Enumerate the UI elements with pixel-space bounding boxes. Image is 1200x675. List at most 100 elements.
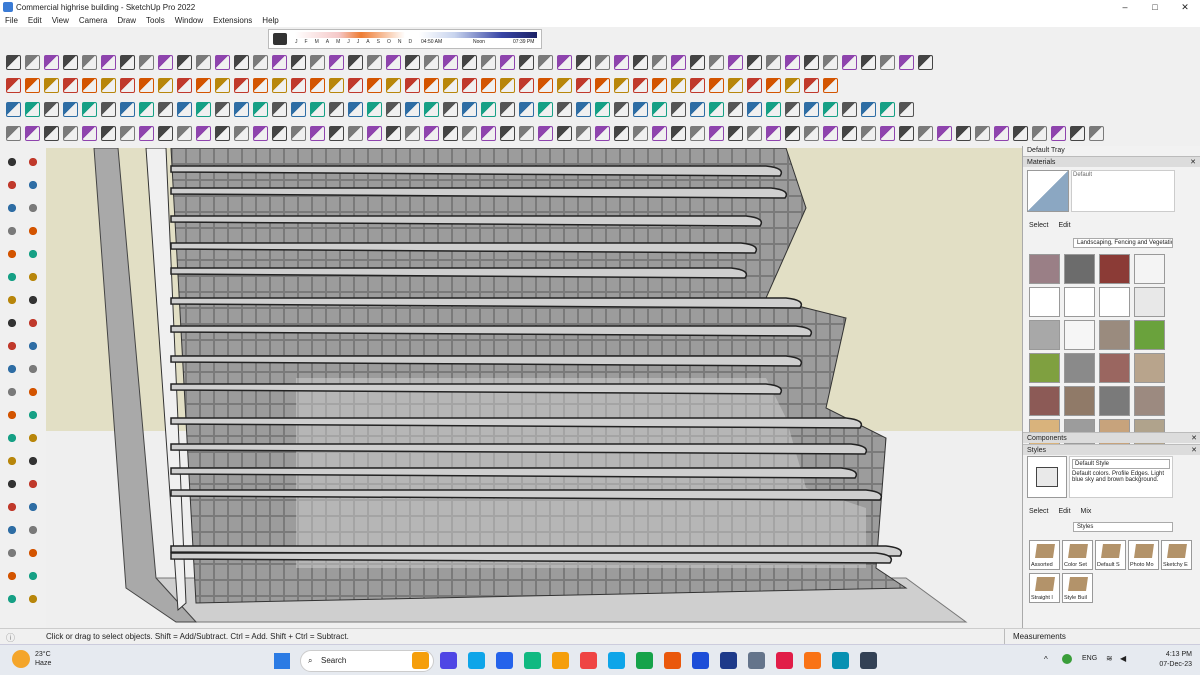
toolbar-tool-icon[interactable] xyxy=(614,54,629,70)
toolbar-tool-icon[interactable] xyxy=(101,125,116,141)
toolbar-tool-icon[interactable] xyxy=(310,101,325,117)
toolbar-tool-icon[interactable] xyxy=(215,54,230,70)
left-tool-icon[interactable] xyxy=(5,270,19,284)
toolbar-tool-icon[interactable] xyxy=(6,54,21,70)
toolbar-tool-icon[interactable] xyxy=(443,54,458,70)
left-tool-icon[interactable] xyxy=(26,431,40,445)
left-tool-icon[interactable] xyxy=(26,316,40,330)
toolbar-tool-icon[interactable] xyxy=(1089,125,1104,141)
toolbar-tool-icon[interactable] xyxy=(1013,125,1028,141)
material-swatch[interactable] xyxy=(1099,287,1130,317)
taskbar-app-icon[interactable] xyxy=(664,652,681,669)
toolbar-tool-icon[interactable] xyxy=(861,101,876,117)
building-model[interactable] xyxy=(46,148,1022,628)
toolbar-tool-icon[interactable] xyxy=(158,54,173,70)
time-slider[interactable] xyxy=(419,32,537,38)
toolbar-tool-icon[interactable] xyxy=(424,54,439,70)
toolbar-tool-icon[interactable] xyxy=(82,101,97,117)
style-thumbnail[interactable]: Photo Mo xyxy=(1128,540,1159,570)
toolbar-tool-icon[interactable] xyxy=(557,54,572,70)
speaker-icon[interactable]: ◀ xyxy=(1120,654,1126,663)
toolbar-tool-icon[interactable] xyxy=(519,77,534,93)
toolbar-tool-icon[interactable] xyxy=(804,54,819,70)
toolbar-tool-icon[interactable] xyxy=(747,101,762,117)
toolbar-tool-icon[interactable] xyxy=(595,101,610,117)
toolbar-tool-icon[interactable] xyxy=(538,54,553,70)
toolbar-tool-icon[interactable] xyxy=(652,101,667,117)
left-tool-icon[interactable] xyxy=(5,293,19,307)
toolbar-tool-icon[interactable] xyxy=(709,125,724,141)
toolbar-tool-icon[interactable] xyxy=(253,101,268,117)
menu-draw[interactable]: Draw xyxy=(112,14,141,27)
material-swatch[interactable] xyxy=(1064,287,1095,317)
toolbar-tool-icon[interactable] xyxy=(918,125,933,141)
toolbar-tool-icon[interactable] xyxy=(728,101,743,117)
left-tool-icon[interactable] xyxy=(5,408,19,422)
toolbar-tool-icon[interactable] xyxy=(272,125,287,141)
toolbar-tool-icon[interactable] xyxy=(728,77,743,93)
material-preview[interactable] xyxy=(1027,170,1069,212)
toolbar-tool-icon[interactable] xyxy=(253,54,268,70)
toolbar-tool-icon[interactable] xyxy=(766,77,781,93)
left-tool-icon[interactable] xyxy=(5,500,19,514)
toolbar-tool-icon[interactable] xyxy=(120,54,135,70)
toolbar-tool-icon[interactable] xyxy=(1070,125,1085,141)
toolbar-tool-icon[interactable] xyxy=(899,101,914,117)
toolbar-tool-icon[interactable] xyxy=(633,77,648,93)
toolbar-tool-icon[interactable] xyxy=(481,54,496,70)
left-tool-icon[interactable] xyxy=(26,477,40,491)
toolbar-tool-icon[interactable] xyxy=(747,125,762,141)
toolbar-tool-icon[interactable] xyxy=(728,54,743,70)
styles-panel-header[interactable]: Styles ✕ xyxy=(1023,444,1200,455)
materials-panel-header[interactable]: Materials ✕ xyxy=(1023,156,1200,167)
material-swatch[interactable] xyxy=(1029,287,1060,317)
toolbar-tool-icon[interactable] xyxy=(595,54,610,70)
toolbar-tool-icon[interactable] xyxy=(215,125,230,141)
toolbar-tool-icon[interactable] xyxy=(291,77,306,93)
style-thumbnail[interactable]: Straight l xyxy=(1029,573,1060,603)
toolbar-tool-icon[interactable] xyxy=(25,101,40,117)
left-tool-icon[interactable] xyxy=(26,224,40,238)
toolbar-tool-icon[interactable] xyxy=(766,125,781,141)
toolbar-tool-icon[interactable] xyxy=(177,54,192,70)
toolbar-tool-icon[interactable] xyxy=(367,77,382,93)
toolbar-tool-icon[interactable] xyxy=(101,101,116,117)
toolbar-tool-icon[interactable] xyxy=(443,125,458,141)
left-tool-icon[interactable] xyxy=(26,523,40,537)
material-swatch[interactable] xyxy=(1064,353,1095,383)
left-tool-icon[interactable] xyxy=(5,477,19,491)
language-indicator[interactable]: ENG xyxy=(1082,655,1097,662)
toolbar-tool-icon[interactable] xyxy=(158,101,173,117)
toolbar-tool-icon[interactable] xyxy=(861,125,876,141)
left-tool-icon[interactable] xyxy=(5,316,19,330)
taskbar-app-icon[interactable] xyxy=(468,652,485,669)
toolbar-tool-icon[interactable] xyxy=(6,77,21,93)
menu-extensions[interactable]: Extensions xyxy=(208,14,257,27)
toolbar-tool-icon[interactable] xyxy=(63,125,78,141)
toolbar-tool-icon[interactable] xyxy=(557,101,572,117)
components-panel-header[interactable]: Components ✕ xyxy=(1023,432,1200,443)
toolbar-tool-icon[interactable] xyxy=(823,101,838,117)
toolbar-tool-icon[interactable] xyxy=(215,101,230,117)
toolbar-tool-icon[interactable] xyxy=(519,54,534,70)
material-swatch[interactable] xyxy=(1029,320,1060,350)
toolbar-tool-icon[interactable] xyxy=(158,77,173,93)
toolbar-tool-icon[interactable] xyxy=(253,77,268,93)
material-swatch[interactable] xyxy=(1064,254,1095,284)
toolbar-tool-icon[interactable] xyxy=(310,77,325,93)
left-tool-icon[interactable] xyxy=(26,247,40,261)
toolbar-tool-icon[interactable] xyxy=(519,125,534,141)
material-swatch[interactable] xyxy=(1134,386,1165,416)
toolbar-tool-icon[interactable] xyxy=(747,77,762,93)
menu-edit[interactable]: Edit xyxy=(23,14,47,27)
toolbar-tool-icon[interactable] xyxy=(1051,125,1066,141)
toolbar-tool-icon[interactable] xyxy=(25,77,40,93)
left-tool-icon[interactable] xyxy=(5,362,19,376)
wifi-icon[interactable]: ≋ xyxy=(1106,654,1113,663)
toolbar-tool-icon[interactable] xyxy=(671,77,686,93)
toolbar-tool-icon[interactable] xyxy=(842,54,857,70)
toolbar-tool-icon[interactable] xyxy=(614,77,629,93)
toolbar-tool-icon[interactable] xyxy=(215,77,230,93)
left-tool-icon[interactable] xyxy=(26,500,40,514)
material-swatch[interactable] xyxy=(1029,254,1060,284)
